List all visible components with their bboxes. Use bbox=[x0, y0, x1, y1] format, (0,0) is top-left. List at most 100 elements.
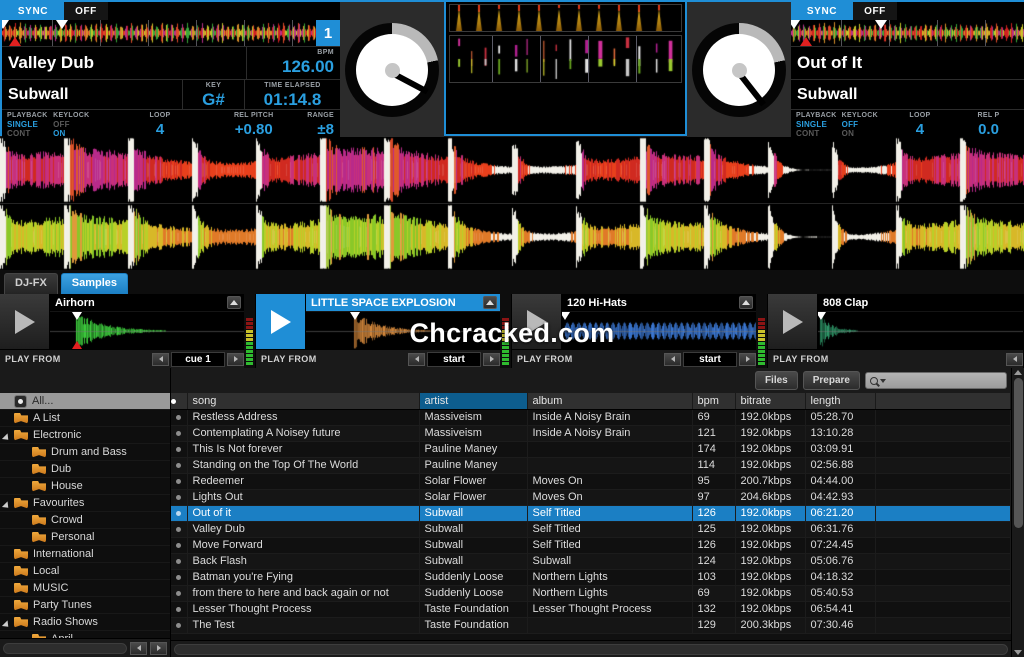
table-row[interactable]: Restless Address Massiveism Inside A Noisy… bbox=[171, 409, 1011, 426]
column-header-bitrate[interactable]: bitrate bbox=[735, 393, 806, 410]
sample-slot-1-cue-value[interactable]: cue 1 bbox=[171, 351, 225, 367]
sidebar-item-dub[interactable]: Dub bbox=[0, 461, 170, 478]
deck-2-rel-pitch[interactable]: REL P 0.0 bbox=[953, 110, 1024, 138]
eject-icon[interactable] bbox=[483, 296, 497, 309]
sidebar-item-international[interactable]: International bbox=[0, 546, 170, 563]
deck-1-off-button[interactable]: OFF bbox=[64, 2, 108, 20]
sidebar-item-music[interactable]: MUSIC bbox=[0, 580, 170, 597]
chevron-down-icon[interactable] bbox=[880, 378, 886, 383]
sample-slot-3-cue-value[interactable]: start bbox=[683, 351, 737, 367]
deck-1-keylock[interactable]: KEYLOCK OFF ON bbox=[48, 110, 115, 138]
sidebar-item-house[interactable]: House bbox=[0, 478, 170, 495]
scroll-thumb[interactable] bbox=[1013, 378, 1023, 528]
track-table-vertical-scrollbar[interactable] bbox=[1011, 368, 1024, 657]
sidebar-item-drum-and-bass[interactable]: Drum and Bass bbox=[0, 444, 170, 461]
deck-2-keylock[interactable]: KEYLOCK OFF ON bbox=[837, 110, 887, 138]
table-row[interactable]: Redeemer Solar Flower Moves On 95 200.7kbps 0… bbox=[171, 473, 1011, 490]
sidebar-item-favourites[interactable]: Favourites bbox=[0, 495, 170, 512]
deck-1-jog-wheel-area[interactable] bbox=[340, 2, 444, 138]
sample-slot-2-waveform[interactable] bbox=[306, 311, 500, 349]
sample-slot-4-prev-button[interactable] bbox=[1006, 352, 1023, 366]
scroll-down-icon[interactable] bbox=[1014, 650, 1022, 655]
deck-2-off-button[interactable]: OFF bbox=[853, 2, 897, 20]
deck-2-playback-mode[interactable]: PLAYBACK SINGLE CONT bbox=[791, 110, 837, 138]
sidebar-horizontal-scrollbar[interactable] bbox=[3, 642, 127, 654]
main-waveform-lane-top[interactable] bbox=[0, 137, 1024, 203]
deck-2-loop[interactable]: LOOP 4 bbox=[887, 110, 953, 138]
sample-slot-2-next-button[interactable] bbox=[483, 352, 500, 366]
sample-slot-2-header[interactable]: LITTLE SPACE EXPLOSION bbox=[306, 294, 500, 311]
table-row[interactable]: The Test Taste Foundation 129 200.3kbps 07:3… bbox=[171, 617, 1011, 634]
table-row[interactable]: Out of it Subwall Self Titled 126 192.0kbps 0… bbox=[171, 505, 1011, 522]
deck-1-keylock-off[interactable]: OFF bbox=[53, 120, 115, 129]
sample-slot-3-playhead[interactable] bbox=[562, 312, 570, 320]
center-transient-lane[interactable] bbox=[449, 4, 682, 32]
sidebar-crate-list[interactable]: All... A List Electronic Drum and Bass Dub Ho… bbox=[0, 393, 170, 638]
sample-slot-3-waveform[interactable] bbox=[562, 311, 756, 349]
center-spectrum-lane[interactable] bbox=[449, 35, 682, 83]
disclosure-triangle-icon[interactable] bbox=[4, 431, 13, 440]
sample-slot-1-cue-marker[interactable] bbox=[72, 341, 82, 349]
table-row[interactable]: Standing on the Top Of The World Pauline … bbox=[171, 457, 1011, 474]
main-waveform-display[interactable] bbox=[0, 136, 1024, 270]
deck-1-playback-mode[interactable]: PLAYBACK SINGLE CONT bbox=[2, 110, 48, 138]
table-row[interactable]: from there to here and back again or not… bbox=[171, 585, 1011, 602]
deck-2-jog-wheel[interactable] bbox=[692, 23, 786, 117]
sample-slot-3-next-button[interactable] bbox=[739, 352, 756, 366]
table-row[interactable]: Batman you're Fying Suddenly Loose Norther… bbox=[171, 569, 1011, 586]
tab-dj-fx[interactable]: DJ-FX bbox=[4, 273, 58, 294]
sample-slot-2-cue-value[interactable]: start bbox=[427, 351, 481, 367]
sample-slot-1-header[interactable]: Airhorn bbox=[50, 294, 244, 311]
deck-1-time-elapsed[interactable]: TIME ELAPSED 01:14.8 bbox=[244, 80, 340, 109]
deck-1-playhead-marker[interactable] bbox=[56, 20, 68, 29]
column-header-flag[interactable] bbox=[171, 393, 188, 410]
sample-slot-2-prev-button[interactable] bbox=[408, 352, 425, 366]
deck-1-cue-marker[interactable] bbox=[9, 37, 21, 46]
scroll-up-icon[interactable] bbox=[1014, 370, 1022, 375]
files-button[interactable]: Files bbox=[754, 371, 798, 390]
table-row[interactable]: Valley Dub Subwall Self Titled 125 192.0kbps… bbox=[171, 521, 1011, 538]
tab-samples[interactable]: Samples bbox=[60, 273, 129, 294]
sidebar-item-electronic[interactable]: Electronic bbox=[0, 427, 170, 444]
column-header-artist[interactable]: artist bbox=[419, 393, 528, 410]
deck-1-range[interactable]: RANGE ±8 bbox=[302, 110, 340, 138]
sample-slot-3-play-button[interactable] bbox=[512, 294, 562, 349]
sample-slot-4-playhead[interactable] bbox=[818, 312, 826, 320]
track-table-container[interactable]: song artist album bpm bitrate length Res… bbox=[171, 393, 1011, 640]
sample-slot-1-play-button[interactable] bbox=[0, 294, 50, 349]
deck-2-playback-single[interactable]: SINGLE bbox=[796, 120, 837, 129]
sidebar-item-radio-shows[interactable]: Radio Shows bbox=[0, 614, 170, 631]
sidebar-item-personal[interactable]: Personal bbox=[0, 529, 170, 546]
table-row[interactable]: Back Flash Subwall Subwall 124 192.0kbps 05:0… bbox=[171, 553, 1011, 570]
search-box[interactable] bbox=[865, 372, 1024, 389]
sidebar-scroll-left-button[interactable] bbox=[130, 641, 147, 655]
deck-1-playback-single[interactable]: SINGLE bbox=[7, 120, 48, 129]
sample-slot-1-next-button[interactable] bbox=[227, 352, 244, 366]
sidebar-item-party-tunes[interactable]: Party Tunes bbox=[0, 597, 170, 614]
column-header-bpm[interactable]: bpm bbox=[692, 393, 736, 410]
sidebar-item-local[interactable]: Local bbox=[0, 563, 170, 580]
deck-2-sync-button[interactable]: SYNC bbox=[791, 2, 853, 20]
search-input[interactable] bbox=[888, 374, 1024, 387]
sample-slot-3-header[interactable]: 120 Hi-Hats bbox=[562, 294, 756, 311]
disclosure-triangle-icon[interactable] bbox=[4, 499, 13, 508]
deck-1-jog-wheel[interactable] bbox=[345, 23, 439, 117]
prepare-button[interactable]: Prepare bbox=[802, 371, 860, 390]
deck-1-key[interactable]: KEY G# bbox=[182, 80, 244, 109]
sample-slot-1-playhead[interactable] bbox=[72, 312, 82, 320]
table-row[interactable]: Lesser Thought Process Taste Foundation Le… bbox=[171, 601, 1011, 618]
sample-slot-3-prev-button[interactable] bbox=[664, 352, 681, 366]
sidebar-item-all[interactable]: All... bbox=[0, 393, 170, 410]
deck-1-bpm[interactable]: BPM 126.00 bbox=[246, 47, 340, 79]
deck-2-keylock-off[interactable]: OFF bbox=[842, 120, 887, 129]
table-row[interactable]: Contemplating A Noisey future Massiveism I… bbox=[171, 425, 1011, 442]
table-row[interactable]: Move Forward Subwall Self Titled 126 192.0kb… bbox=[171, 537, 1011, 554]
column-header-length[interactable]: length bbox=[805, 393, 876, 410]
table-row[interactable]: This Is Not forever Pauline Maney 174 192.0… bbox=[171, 441, 1011, 458]
track-table-horizontal-scrollbar[interactable] bbox=[174, 643, 1008, 655]
eject-icon[interactable] bbox=[739, 296, 753, 309]
sample-slot-1-prev-button[interactable] bbox=[152, 352, 169, 366]
deck-2-cue-marker[interactable] bbox=[800, 37, 812, 46]
sample-slot-2-playhead[interactable] bbox=[350, 312, 360, 320]
eject-icon[interactable] bbox=[227, 296, 241, 309]
